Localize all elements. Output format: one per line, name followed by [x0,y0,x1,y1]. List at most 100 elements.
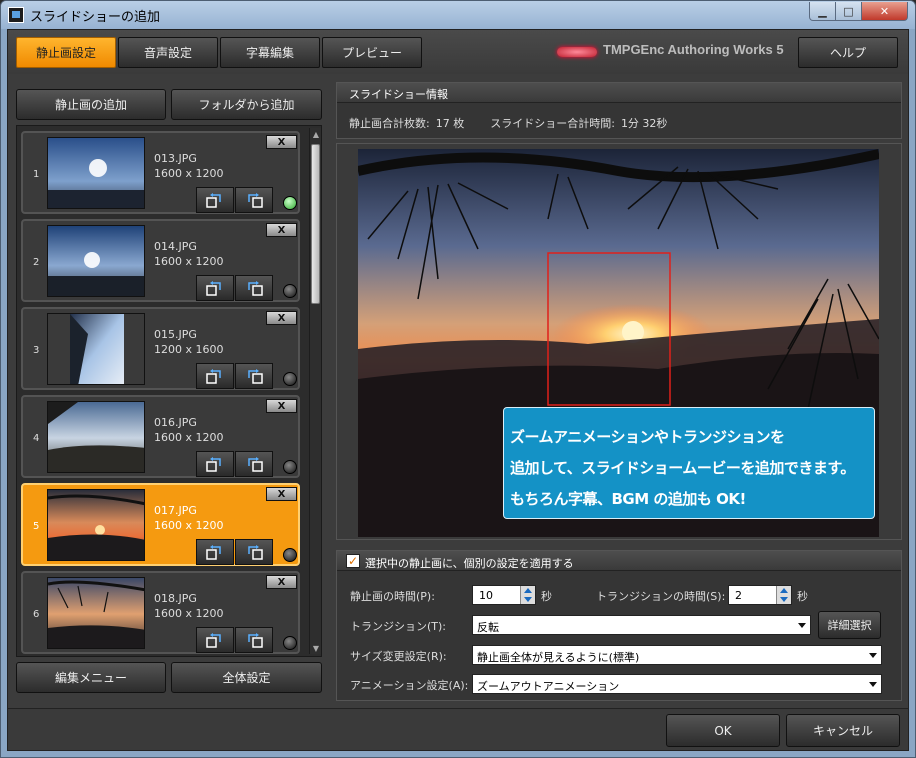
minimize-icon: ▁ [818,4,827,18]
item-number: 3 [33,345,40,356]
dropdown-arrow-icon [869,653,877,658]
rotate-left-button[interactable] [196,539,234,565]
item-number: 1 [33,169,40,180]
callout-line-2: 追加して、スライドショームービーを追加できます。 [510,459,855,477]
rotate-right-button[interactable] [235,539,273,565]
scroll-thumb[interactable] [311,144,320,304]
delete-item-button[interactable]: X [266,135,297,149]
image-list[interactable]: 1 013.JPG 1600 x 1200 X 2 014.JPG 1600 x… [16,125,322,657]
resize-selected: 静止画全体が見えるように(標準) [477,651,640,664]
tab-still-image[interactable]: 静止画設定 [16,37,116,68]
transition-select[interactable]: 反転 [472,615,811,635]
delete-item-button[interactable]: X [266,223,297,237]
rotate-left-icon [206,281,221,296]
slideshow-info-panel: スライドショー情報 静止画合計枚数: 17 枚 スライドショー合計時間: 1分 … [336,82,902,139]
list-item[interactable]: 1 013.JPG 1600 x 1200 X [21,131,300,214]
preview-image[interactable]: ズームアニメーションやトランジションを 追加して、スライドショームービーを追加で… [358,149,879,537]
list-item[interactable]: 4 016.JPG 1600 x 1200 X [21,395,300,478]
rotate-left-button[interactable] [196,627,234,653]
list-scrollbar[interactable]: ▲ ▼ [309,128,321,654]
rotate-left-icon [206,369,221,384]
rotate-left-button[interactable] [196,187,234,213]
spinner-arrows-icon[interactable] [776,586,791,604]
rotate-right-button[interactable] [235,363,273,389]
status-indicator [283,196,297,210]
client-area: 静止画設定 音声設定 字幕編集 プレビュー TMPGEnc Authoring … [7,29,909,751]
still-time-spinner[interactable]: 10 [472,585,536,605]
transition-time-spinner[interactable]: 2 [728,585,792,605]
spinner-arrows-icon[interactable] [520,586,535,604]
file-name: 017.JPG [154,504,197,517]
thumbnail [47,401,145,473]
rotate-left-icon [206,193,221,208]
rotate-left-button[interactable] [196,451,234,477]
add-image-button[interactable]: 静止画の追加 [16,89,166,120]
tab-audio[interactable]: 音声設定 [118,37,218,68]
rotate-right-icon [248,457,263,472]
animation-selected: ズームアウトアニメーション [477,680,620,693]
settings-header: ✓ 選択中の静止画に、個別の設定を適用する [337,551,901,571]
rotate-right-button[interactable] [235,451,273,477]
rotate-left-button[interactable] [196,363,234,389]
rotate-right-button[interactable] [235,187,273,213]
delete-item-button[interactable]: X [266,487,297,501]
detail-select-button[interactable]: 詳細選択 [818,611,881,639]
rotate-right-icon [248,545,263,560]
total-time-label: スライドショー合計時間: [490,117,615,130]
help-button[interactable]: ヘルプ [798,37,898,68]
delete-item-button[interactable]: X [266,311,297,325]
brand-logo-icon [557,47,597,57]
file-name: 015.JPG [154,328,197,341]
tab-subtitle[interactable]: 字幕編集 [220,37,320,68]
delete-item-button[interactable]: X [266,575,297,589]
list-item[interactable]: 6 018.JPG 1600 x 1200 X [21,571,300,654]
still-time-unit: 秒 [541,590,552,603]
minimize-button[interactable]: ▁ [809,2,836,21]
delete-item-button[interactable]: X [266,399,297,413]
add-folder-button[interactable]: フォルダから追加 [171,89,322,120]
still-time-label: 静止画の時間(P): [350,590,435,603]
rotate-left-icon [206,545,221,560]
rotate-left-icon [206,633,221,648]
apply-individual-checkbox[interactable]: ✓ [346,554,360,568]
edit-menu-button[interactable]: 編集メニュー [16,662,166,693]
resize-select[interactable]: 静止画全体が見えるように(標準) [472,645,882,665]
item-number: 6 [33,609,40,620]
window-title: スライドショーの追加 [30,10,161,25]
rotate-right-icon [248,281,263,296]
ok-button[interactable]: OK [666,714,780,747]
item-number: 5 [33,521,40,532]
brand-name: TMPGEnc Authoring Works 5 [603,42,784,57]
list-item[interactable]: 2 014.JPG 1600 x 1200 X [21,219,300,302]
rotate-left-button[interactable] [196,275,234,301]
preview-frame: ズームアニメーションやトランジションを 追加して、スライドショームービーを追加で… [336,143,902,540]
app-icon [8,7,24,23]
title-bar[interactable]: スライドショーの追加 ▁ □ ✕ [1,1,915,29]
maximize-button[interactable]: □ [835,2,862,21]
status-indicator [283,284,297,298]
dropdown-arrow-icon [869,682,877,687]
image-size: 1600 x 1200 [154,431,224,444]
rotate-right-button[interactable] [235,627,273,653]
tab-preview[interactable]: プレビュー [322,37,422,68]
all-settings-button[interactable]: 全体設定 [171,662,322,693]
list-item-selected[interactable]: 5 017.JPG 1600 x 1200 X [21,483,300,566]
status-indicator [283,548,297,562]
apply-individual-label: 選択中の静止画に、個別の設定を適用する [365,557,574,570]
transition-time-label: トランジションの時間(S): [596,590,726,603]
cancel-button[interactable]: キャンセル [786,714,900,747]
close-icon: ✕ [879,4,890,18]
info-summary: 静止画合計枚数: 17 枚 スライドショー合計時間: 1分 32秒 [349,115,667,131]
animation-select[interactable]: ズームアウトアニメーション [472,674,882,694]
file-name: 018.JPG [154,592,197,605]
total-count-value: 17 枚 [435,117,465,130]
scroll-up-arrow-icon[interactable]: ▲ [310,128,322,140]
close-button[interactable]: ✕ [861,2,908,21]
dialog-window: スライドショーの追加 ▁ □ ✕ 静止画設定 音声設定 字幕編集 プレビュー T… [0,0,916,758]
scroll-down-arrow-icon[interactable]: ▼ [310,642,322,654]
rotate-right-button[interactable] [235,275,273,301]
info-header: スライドショー情報 [337,83,901,103]
image-size: 1200 x 1600 [154,343,224,356]
list-item[interactable]: 3 015.JPG 1200 x 1600 X [21,307,300,390]
total-time-value: 1分 32秒 [620,117,668,130]
